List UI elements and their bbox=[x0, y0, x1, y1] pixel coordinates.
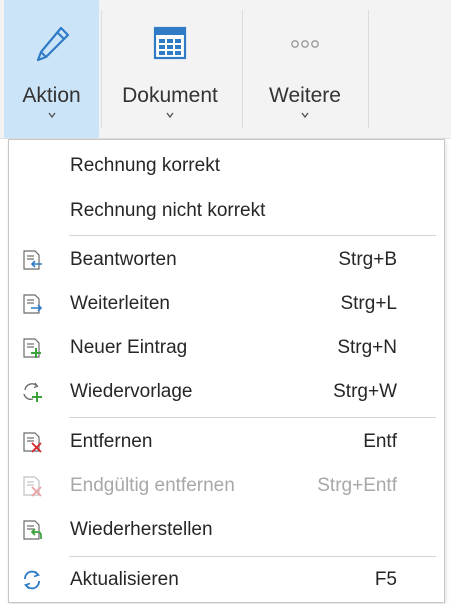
shortcut-text: Strg+Entf bbox=[317, 475, 397, 496]
menu-item-beantworten[interactable]: Beantworten Strg+B bbox=[9, 240, 444, 280]
menu-item-label: Wiederherstellen bbox=[70, 519, 213, 540]
chevron-down-icon bbox=[166, 112, 174, 119]
aktion-dropdown-menu: Rechnung korrekt Rechnung nicht korrekt … bbox=[8, 139, 445, 603]
document-grid-icon bbox=[153, 26, 187, 60]
shortcut-text: Strg+B bbox=[338, 249, 397, 270]
restore-icon bbox=[23, 520, 42, 540]
menu-item-label: Beantworten bbox=[70, 249, 177, 270]
shortcut-text: F5 bbox=[374, 569, 397, 590]
menu-item-entfernen[interactable]: Entfernen Entf bbox=[9, 422, 444, 462]
chevron-down-icon bbox=[47, 112, 56, 119]
menu-item-label: Rechnung nicht korrekt bbox=[70, 200, 266, 221]
menu-item-label: Weiterleiten bbox=[70, 293, 170, 314]
reply-icon bbox=[23, 250, 42, 270]
dokument-label: Dokument bbox=[122, 84, 218, 107]
menu-item-neuer-eintrag[interactable]: Neuer Eintrag Strg+N bbox=[9, 328, 444, 368]
menu-separator bbox=[69, 556, 436, 557]
menu-separator bbox=[69, 417, 436, 418]
ribbon: Aktion Dokument Weitere bbox=[0, 0, 451, 138]
shortcut-text: Strg+L bbox=[340, 293, 397, 314]
menu-item-aktualisieren[interactable]: Aktualisieren F5 bbox=[9, 560, 444, 600]
shortcut-text: Strg+N bbox=[337, 337, 397, 358]
ribbon-separator bbox=[368, 10, 369, 128]
menu-item-wiederherstellen[interactable]: Wiederherstellen bbox=[9, 510, 444, 550]
shortcut-text: Strg+W bbox=[333, 381, 397, 402]
remove-icon bbox=[23, 432, 42, 453]
chevron-down-icon bbox=[301, 112, 309, 119]
menu-item-label: Endgültig entfernen bbox=[70, 475, 235, 496]
menu-item-rechnung-nicht-korrekt[interactable]: Rechnung nicht korrekt bbox=[9, 191, 444, 231]
refresh-icon bbox=[24, 570, 40, 590]
menu-item-label: Aktualisieren bbox=[70, 569, 179, 590]
ribbon-separator bbox=[242, 10, 243, 128]
menu-item-endgueltig-entfernen: Endgültig entfernen Strg+Entf bbox=[9, 466, 444, 506]
menu-item-label: Entfernen bbox=[70, 431, 153, 452]
menu-item-label: Neuer Eintrag bbox=[70, 337, 188, 358]
shortcut-text: Entf bbox=[363, 431, 397, 452]
menu-item-label: Wiedervorlage bbox=[70, 381, 193, 402]
menu-item-wiedervorlage[interactable]: Wiedervorlage Strg+W bbox=[9, 372, 444, 412]
more-dots-icon bbox=[291, 40, 319, 48]
remove-permanently-icon bbox=[23, 476, 42, 497]
resubmission-icon bbox=[23, 382, 42, 402]
pencil-icon bbox=[36, 26, 69, 62]
menu-separator bbox=[69, 235, 436, 236]
menu-item-label: Rechnung korrekt bbox=[70, 155, 220, 176]
dokument-button[interactable]: Dokument bbox=[104, 0, 236, 138]
menu-item-weiterleiten[interactable]: Weiterleiten Strg+L bbox=[9, 284, 444, 324]
aktion-button[interactable]: Aktion bbox=[4, 0, 99, 138]
weitere-label: Weitere bbox=[269, 84, 341, 107]
menu-item-rechnung-korrekt[interactable]: Rechnung korrekt bbox=[9, 146, 444, 186]
weitere-button[interactable]: Weitere bbox=[245, 0, 365, 138]
aktion-label: Aktion bbox=[22, 84, 81, 107]
ribbon-separator bbox=[101, 10, 102, 128]
forward-icon bbox=[23, 294, 43, 314]
new-entry-icon bbox=[23, 338, 41, 358]
